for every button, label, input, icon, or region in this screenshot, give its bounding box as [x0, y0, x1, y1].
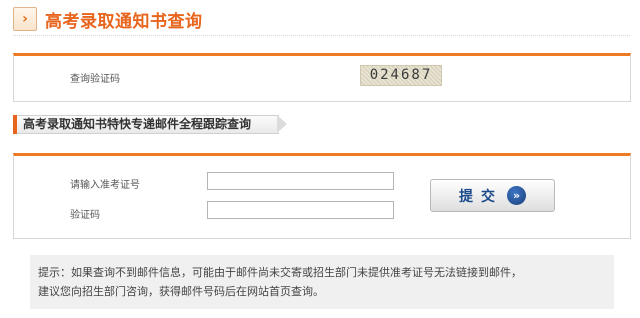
verify-code-field-label: 验证码	[70, 210, 100, 221]
section-header: 高考录取通知书特快专递邮件全程跟踪查询	[13, 115, 288, 134]
submit-button-label: 提交	[459, 188, 503, 205]
section-title: 高考录取通知书特快专递邮件全程跟踪查询	[23, 117, 252, 131]
captcha-image[interactable]: 024687	[360, 65, 442, 86]
captcha-panel: 查询验证码 024687	[13, 53, 631, 102]
notice-box: 提示：如果查询不到邮件信息，可能由于邮件尚未交寄或招生部门未提供准考证号无法链接…	[30, 255, 614, 309]
notice-line: 建议您向招生部门咨询，获得邮件号码后在网站首页查询。	[38, 285, 324, 298]
exam-number-label: 请输入准考证号	[70, 180, 140, 191]
tracking-form: 请输入准考证号 验证码 提交 »	[13, 153, 631, 239]
verify-code-label: 查询验证码	[70, 74, 120, 85]
title-divider	[13, 35, 630, 36]
arrow-right-icon: ›	[13, 7, 37, 31]
verify-code-input[interactable]	[207, 201, 394, 219]
notice-line: 提示：如果查询不到邮件信息，可能由于邮件尚未交寄或招生部门未提供准考证号无法链接…	[38, 266, 522, 279]
section-arrow-icon	[277, 115, 287, 133]
exam-number-input[interactable]	[207, 172, 394, 190]
double-chevron-right-icon: »	[507, 186, 526, 205]
page-header: › 高考录取通知书查询	[13, 6, 203, 32]
page-title: 高考录取通知书查询	[45, 11, 203, 32]
submit-button[interactable]: 提交 »	[430, 179, 555, 212]
